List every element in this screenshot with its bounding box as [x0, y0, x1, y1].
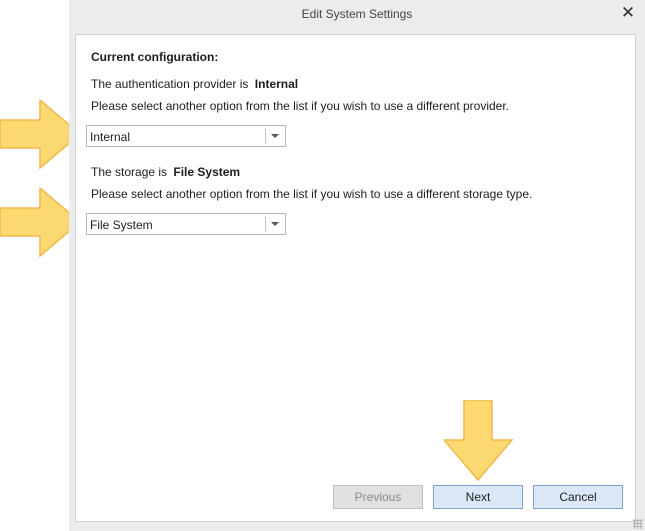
storage-hint: Please select another option from the li…	[91, 187, 533, 201]
settings-panel: Current configuration: The authenticatio…	[75, 34, 636, 522]
close-icon[interactable]: ✕	[620, 4, 636, 22]
storage-type-select[interactable]: File System	[86, 213, 286, 235]
storage-prefix: The storage is	[91, 165, 168, 179]
auth-provider-selected: Internal	[90, 130, 131, 144]
cancel-button[interactable]: Cancel	[533, 485, 623, 509]
storage-line: The storage is File System	[91, 165, 240, 179]
previous-button[interactable]: Previous	[333, 485, 423, 509]
storage-type-selected: File System	[90, 218, 153, 232]
auth-provider-value: Internal	[254, 77, 299, 91]
resize-grip-icon[interactable]	[633, 519, 643, 529]
auth-provider-hint: Please select another option from the li…	[91, 99, 510, 113]
select-divider	[265, 216, 266, 232]
edit-system-settings-dialog: Edit System Settings ✕ Current configura…	[69, 0, 645, 531]
config-heading: Current configuration:	[91, 50, 219, 64]
next-button[interactable]: Next	[433, 485, 523, 509]
auth-provider-prefix: The authentication provider is	[91, 77, 249, 91]
dialog-titlebar: Edit System Settings ✕	[69, 0, 645, 30]
storage-value: File System	[173, 165, 241, 179]
callout-arrow-next-icon	[444, 400, 514, 482]
auth-provider-select[interactable]: Internal	[86, 125, 286, 147]
chevron-down-icon[interactable]	[271, 222, 279, 226]
select-divider	[265, 128, 266, 144]
chevron-down-icon[interactable]	[271, 134, 279, 138]
auth-provider-line: The authentication provider is Internal	[91, 77, 298, 91]
dialog-title: Edit System Settings	[301, 7, 413, 21]
